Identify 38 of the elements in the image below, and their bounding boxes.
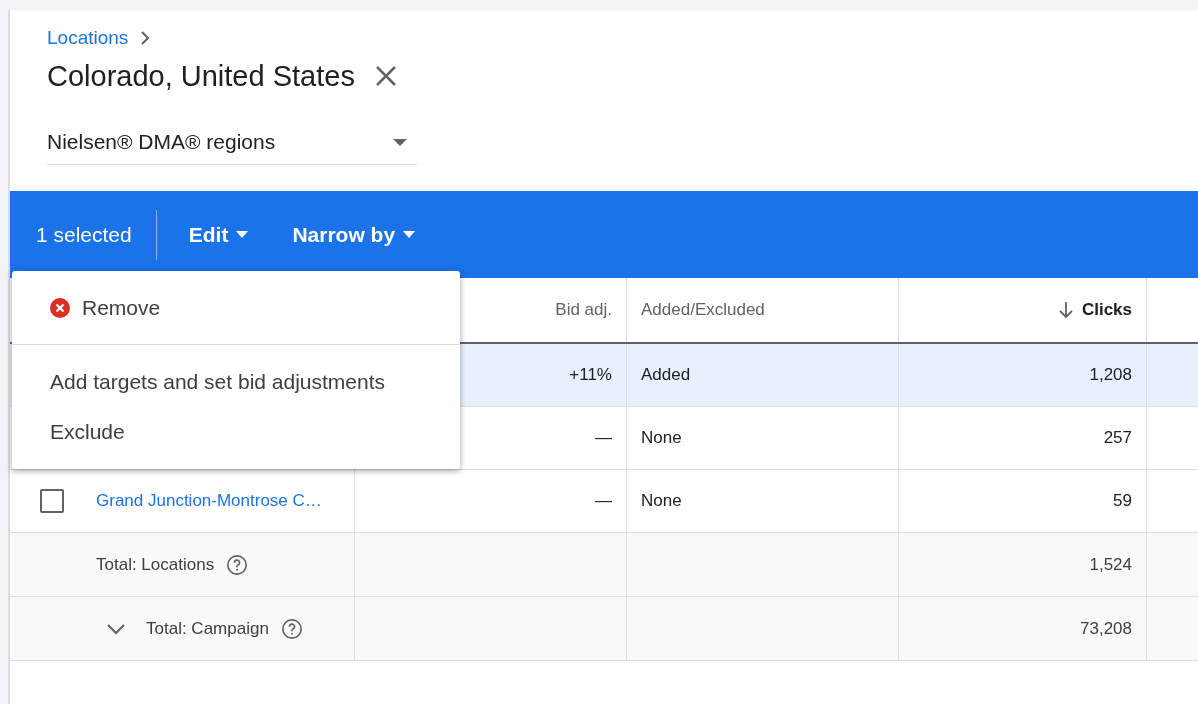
total-label: Total: Campaign (146, 617, 269, 640)
table-cell-text: 257 (1103, 427, 1132, 450)
column-header[interactable]: Bid adj. (555, 297, 612, 323)
table-cell-text: 1,524 (1089, 553, 1132, 576)
table-cell-text: None (641, 427, 682, 450)
region-dropdown[interactable]: Nielsen® DMA® regions (47, 120, 417, 165)
table-cell-text: 59 (1113, 490, 1132, 513)
caret-icon (393, 138, 407, 146)
breadcrumb-link[interactable]: Locations (47, 24, 129, 53)
menu-item[interactable]: Add targets and set bid adjustments (12, 357, 460, 407)
caret-icon (236, 231, 249, 238)
menu-button[interactable]: Edit (172, 209, 265, 260)
table-cell-text: Added (641, 364, 691, 387)
table-cell-text: None (641, 490, 682, 513)
total-label: Total: Locations (96, 553, 215, 576)
arrow-down-icon (1057, 301, 1074, 319)
table-cell-text: +11% (569, 364, 612, 387)
checkbox[interactable] (40, 489, 64, 513)
table-row[interactable]: Grand Junction-Montrose C… — None 59 (10, 470, 1198, 533)
chevron-down-icon[interactable] (106, 622, 126, 635)
menu-button[interactable]: Narrow by (276, 209, 432, 260)
menu-item[interactable]: Remove (12, 271, 460, 344)
help-icon[interactable] (226, 553, 249, 576)
caret-icon (403, 231, 416, 238)
page-title: Colorado, United States (47, 58, 355, 94)
table-cell-text: 1,208 (1089, 364, 1132, 387)
help-icon[interactable] (280, 617, 303, 640)
location-link[interactable]: Grand Junction-Montrose C… (96, 488, 322, 514)
column-header[interactable]: Clicks (1081, 297, 1132, 323)
menu-item[interactable]: Exclude (12, 407, 460, 457)
remove-icon (50, 297, 70, 318)
close-icon[interactable] (374, 65, 397, 88)
table-cell-text: — (595, 427, 612, 450)
chevron-right-icon (140, 31, 151, 46)
table-cell-text: 73,208 (1080, 617, 1132, 640)
column-header[interactable]: Added/Excluded (641, 297, 765, 323)
selected-count: 1 selected (35, 221, 133, 248)
table-cell-text: — (595, 490, 612, 513)
